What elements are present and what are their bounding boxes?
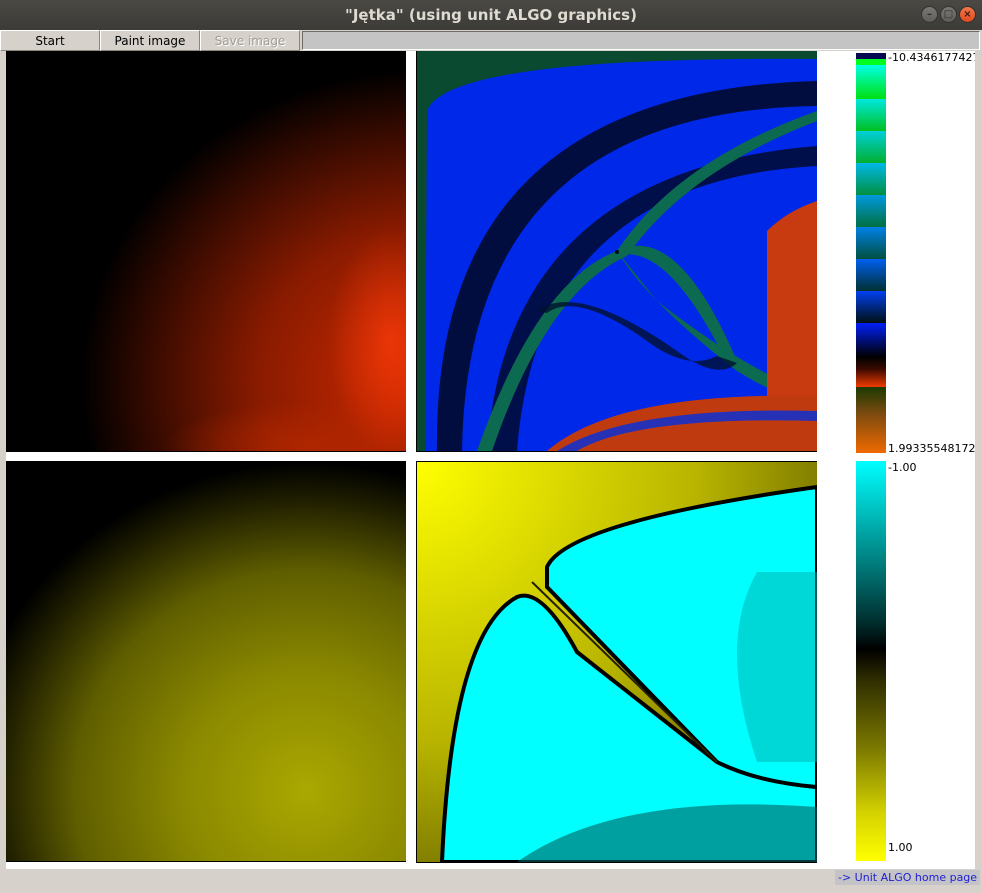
- window-titlebar: "Jętka" (using unit ALGO graphics) – □ ×: [0, 0, 982, 30]
- filament-node: [615, 250, 619, 254]
- window-title: "Jętka" (using unit ALGO graphics): [345, 6, 637, 24]
- fractal-image-top-right: [417, 51, 817, 451]
- toolbar: Start Paint image Save image: [0, 30, 982, 51]
- fractal-panel-bottom-right: [416, 461, 817, 863]
- cyan-shadow: [737, 572, 817, 762]
- color-legend-bottom: [856, 461, 886, 861]
- legend-bottom-min-label: 1.00: [888, 841, 913, 854]
- window-edge: [975, 51, 982, 869]
- close-button[interactable]: ×: [959, 6, 976, 23]
- fractal-image-bottom-right: [417, 462, 817, 862]
- color-legend-top: [856, 53, 886, 453]
- minimize-icon: –: [927, 8, 932, 20]
- render-canvas: -10.434617742776 1.9933554817275 -1.00 1…: [6, 51, 976, 869]
- legend-bottom-max-label: -1.00: [888, 461, 917, 474]
- legend-top-max-label: -10.434617742776: [888, 51, 976, 64]
- save-image-button: Save image: [200, 30, 300, 51]
- legend-top-min-label: 1.9933554817275: [888, 442, 976, 455]
- start-button[interactable]: Start: [0, 30, 100, 51]
- close-icon: ×: [963, 8, 972, 20]
- home-page-link[interactable]: -> Unit ALGO home page: [835, 870, 981, 885]
- window-controls: – □ ×: [921, 6, 976, 23]
- maximize-button[interactable]: □: [940, 6, 957, 23]
- fractal-panel-bottom-left: [6, 461, 406, 862]
- maximize-icon: □: [943, 8, 954, 20]
- fractal-panel-top-right: [416, 51, 817, 452]
- status-field: [302, 31, 980, 50]
- minimize-button[interactable]: –: [921, 6, 938, 23]
- fractal-panel-top-left: [6, 51, 406, 452]
- paint-image-button[interactable]: Paint image: [100, 30, 200, 51]
